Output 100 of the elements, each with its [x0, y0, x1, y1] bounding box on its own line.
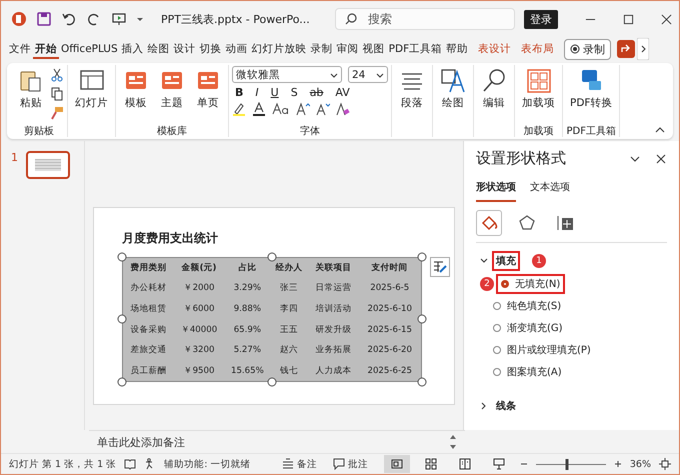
zoom-level[interactable]: 36%: [630, 458, 651, 470]
clear-format-icon[interactable]: [336, 102, 350, 116]
template-button[interactable]: 模板: [119, 65, 153, 113]
increase-font-icon[interactable]: [296, 102, 310, 116]
paste-button[interactable]: 粘贴: [14, 65, 48, 113]
pdf-convert-button[interactable]: PDF转换: [566, 65, 616, 113]
chevron-right-icon[interactable]: [480, 402, 488, 410]
ribbon-tab[interactable]: 插入: [120, 39, 146, 59]
format-painter-icon[interactable]: [50, 106, 64, 120]
ribbon-tab[interactable]: 开始: [33, 39, 59, 59]
close-icon[interactable]: [655, 152, 667, 164]
ribbon-tab[interactable]: 表设计: [476, 39, 514, 59]
fill-option[interactable]: 图片或纹理填充(P): [488, 340, 596, 360]
resize-handle[interactable]: [418, 378, 426, 387]
close-icon[interactable]: [660, 14, 672, 24]
table-cell: 培训活动: [308, 298, 358, 320]
drawing-button[interactable]: 绘图: [436, 65, 470, 113]
undo-icon[interactable]: [61, 11, 77, 27]
fill-option[interactable]: 纯色填充(S): [488, 296, 566, 316]
format-button[interactable]: I: [252, 86, 262, 99]
section-header[interactable]: 填充: [492, 251, 520, 271]
ribbon-tab[interactable]: 文件: [7, 39, 33, 59]
ribbon-tab[interactable]: 表布局: [519, 39, 556, 59]
format-button[interactable]: U: [268, 86, 282, 99]
fill-option[interactable]: 渐变填充(G): [488, 318, 568, 338]
template-button[interactable]: 单页: [191, 65, 225, 113]
copy-icon[interactable]: [50, 87, 64, 101]
slide-info: 幻灯片 第 1 张，共 1 张: [9, 458, 116, 470]
ribbon-tab[interactable]: PDF工具箱: [386, 39, 444, 59]
layout-options-icon[interactable]: [430, 256, 450, 276]
table-cell: 2025-6-25: [358, 360, 422, 382]
highlighter-icon[interactable]: [232, 102, 246, 116]
projector-icon: [492, 458, 505, 470]
resize-handle[interactable]: [118, 252, 126, 261]
pane-tab[interactable]: 文本选项: [530, 180, 570, 202]
caret-icon: [376, 70, 384, 78]
font-size-dropdown[interactable]: 24: [348, 66, 388, 83]
resize-handle[interactable]: [268, 252, 276, 261]
login-button[interactable]: 登录: [524, 10, 558, 28]
addins-button[interactable]: 加载项: [518, 65, 559, 113]
accessibility-status[interactable]: 辅助功能: 一切就绪: [164, 458, 250, 470]
ribbon-tab[interactable]: OfficePLUS: [59, 40, 120, 58]
chevron-right-icon[interactable]: [637, 38, 650, 60]
slide-title: 月度费用支出统计: [122, 230, 219, 246]
change-case-icon[interactable]: [272, 102, 290, 116]
group-label: 字体: [300, 124, 320, 137]
resize-handle[interactable]: [118, 378, 126, 387]
present-icon[interactable]: [111, 11, 127, 27]
slide-thumbnail[interactable]: [26, 151, 70, 179]
template-button[interactable]: 主题: [155, 65, 189, 113]
ribbon-tab[interactable]: 录制: [308, 39, 335, 59]
ribbon-tab[interactable]: 动画: [224, 39, 250, 59]
scroll-arrows-icon[interactable]: [449, 433, 457, 451]
ribbon-tab[interactable]: 切换: [198, 39, 224, 59]
resize-handle[interactable]: [418, 252, 426, 261]
pane-title: 设置形状格式: [476, 149, 567, 168]
maximize-icon[interactable]: [622, 14, 634, 24]
zoom-in-icon[interactable]: [614, 460, 622, 468]
table-header-cell: 经办人: [270, 257, 308, 278]
search-field[interactable]: 搜索: [334, 8, 515, 30]
normal-view-button[interactable]: [384, 455, 410, 473]
comments-button[interactable]: 批注: [332, 458, 368, 470]
paragraph-button[interactable]: 段落: [395, 65, 429, 113]
record-button[interactable]: 录制: [564, 38, 612, 60]
format-button[interactable]: S: [288, 86, 301, 99]
font-name-dropdown[interactable]: 微软雅黑: [232, 66, 342, 83]
data-table[interactable]: [122, 256, 422, 382]
fill-option[interactable]: 图案填充(A): [488, 362, 567, 382]
table-header-cell: 金额(元): [174, 257, 224, 278]
cut-icon[interactable]: [50, 68, 64, 82]
ribbon-tab[interactable]: 审阅: [334, 39, 361, 59]
decrease-font-icon[interactable]: [316, 102, 330, 116]
ribbon-tab[interactable]: 绘图: [146, 39, 172, 59]
table-cell: 3.29%: [224, 278, 270, 299]
ribbon-tab[interactable]: 设计: [172, 39, 198, 59]
new-slide-button[interactable]: 幻灯片: [71, 65, 112, 113]
collapse-ribbon-icon[interactable]: [655, 127, 665, 133]
format-button[interactable]: AV: [332, 86, 353, 99]
book-icon[interactable]: [124, 458, 136, 470]
fit-to-window-icon[interactable]: [659, 458, 671, 470]
notes-button[interactable]: 备注: [282, 458, 317, 470]
format-button[interactable]: ab: [306, 86, 326, 99]
save-icon[interactable]: [36, 11, 52, 27]
font-color-icon[interactable]: [252, 102, 266, 116]
editing-button[interactable]: 编辑: [477, 65, 511, 113]
fill-line-tab[interactable]: [476, 210, 502, 236]
dropdown-icon[interactable]: [136, 15, 144, 23]
format-button[interactable]: B: [232, 86, 246, 99]
section-header[interactable]: 线条: [492, 396, 520, 416]
zoom-slider-thumb[interactable]: [566, 458, 569, 470]
chevron-down-icon[interactable]: [480, 257, 488, 265]
resize-handle[interactable]: [118, 314, 126, 324]
ribbon-tab[interactable]: 帮助: [444, 39, 470, 59]
share-icon[interactable]: [617, 40, 636, 58]
resize-handle[interactable]: [418, 314, 426, 324]
ribbon-tab[interactable]: 幻灯片放映: [250, 39, 309, 59]
pane-tab[interactable]: 形状选项: [476, 180, 516, 202]
ribbon-tab[interactable]: 视图: [360, 39, 387, 59]
resize-handle[interactable]: [268, 378, 276, 387]
fill-option[interactable]: 无填充(N): [496, 274, 566, 294]
